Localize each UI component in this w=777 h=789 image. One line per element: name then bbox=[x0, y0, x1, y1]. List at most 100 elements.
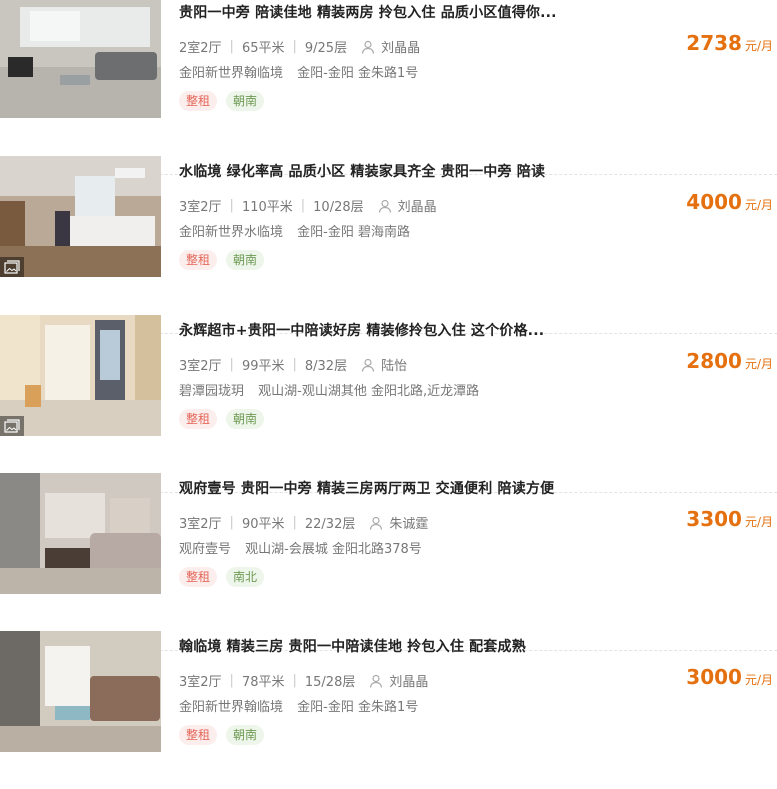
community-name[interactable]: 碧潭园珑玥 bbox=[179, 384, 244, 399]
listing-address: 碧潭园珑玥 观山湖-观山湖其他 金阳北路,近龙潭路 bbox=[179, 380, 479, 399]
image-icon bbox=[4, 260, 20, 274]
floor-area: 99平米 bbox=[241, 359, 285, 374]
user-icon bbox=[370, 516, 383, 530]
listing-tags: 整租 朝南 bbox=[179, 250, 273, 270]
divider: | bbox=[229, 198, 234, 213]
user-icon bbox=[361, 40, 375, 54]
agent-link[interactable]: 刘晶晶 bbox=[361, 37, 420, 56]
user-icon bbox=[378, 199, 391, 213]
listing-meta: 3室2厅 | 110平米 | 10/28层 刘晶晶 bbox=[179, 196, 437, 215]
listing-price: 2800 元/月 bbox=[686, 349, 773, 373]
orientation-tag: 南北 bbox=[226, 567, 265, 587]
listing-price: 2738 元/月 bbox=[686, 31, 773, 55]
user-icon bbox=[361, 358, 375, 372]
listing-address: 观府壹号 观山湖-会展城 金阳北路378号 bbox=[179, 538, 422, 557]
listing-item[interactable]: 翰临境 精装三房 贵阳一中陪读佳地 拎包入住 配套成熟 3室2厅 | 78平米 … bbox=[0, 631, 777, 789]
floor-area: 78平米 bbox=[241, 675, 285, 690]
user-icon bbox=[370, 674, 383, 688]
listing-photo[interactable] bbox=[0, 631, 161, 752]
listing-title[interactable]: 贵阳一中旁 陪读佳地 精装两房 拎包入住 品质小区值得你... bbox=[179, 2, 599, 22]
floor-level: 8/32层 bbox=[304, 359, 348, 374]
listing-item[interactable]: 水临境 绿化率高 品质小区 精装家具齐全 贵阳一中旁 陪读 3室2厅 | 110… bbox=[0, 156, 777, 334]
listing-tags: 整租 南北 bbox=[179, 567, 273, 587]
listing-photo[interactable] bbox=[0, 0, 161, 118]
listing-meta: 3室2厅 | 90平米 | 22/32层 朱诚霆 bbox=[179, 513, 428, 532]
listing-tags: 整租 朝南 bbox=[179, 725, 273, 745]
district-location: 观山湖-观山湖其他 金阳北路,近龙潭路 bbox=[258, 384, 480, 399]
listing-photo[interactable] bbox=[0, 473, 161, 594]
divider: | bbox=[292, 515, 297, 530]
rent-type-tag: 整租 bbox=[179, 91, 218, 111]
rental-listing-list: 贵阳一中旁 陪读佳地 精装两房 拎包入住 品质小区值得你... 2室2厅 | 6… bbox=[0, 0, 777, 752]
divider: | bbox=[292, 673, 297, 688]
district-location: 金阳-金阳 金朱路1号 bbox=[297, 66, 419, 81]
agent-name: 刘晶晶 bbox=[381, 41, 421, 56]
room-layout: 3室2厅 bbox=[179, 675, 222, 690]
listing-tags: 整租 朝南 bbox=[179, 409, 273, 429]
agent-name: 朱诚霆 bbox=[389, 517, 429, 532]
floor-level: 9/25层 bbox=[304, 41, 348, 56]
agent-link[interactable]: 刘晶晶 bbox=[378, 196, 437, 215]
community-name[interactable]: 金阳新世界水临境 bbox=[179, 225, 283, 240]
room-layout: 3室2厅 bbox=[179, 517, 222, 532]
floor-level: 15/28层 bbox=[304, 675, 356, 690]
rent-type-tag: 整租 bbox=[179, 725, 218, 745]
orientation-tag: 朝南 bbox=[226, 250, 265, 270]
divider: | bbox=[292, 357, 297, 372]
room-layout: 3室2厅 bbox=[179, 200, 222, 215]
orientation-tag: 朝南 bbox=[226, 409, 265, 429]
listing-meta: 3室2厅 | 99平米 | 8/32层 陆怡 bbox=[179, 355, 407, 374]
listing-address: 金阳新世界水临境 金阳-金阳 碧海南路 bbox=[179, 221, 410, 240]
listing-title[interactable]: 观府壹号 贵阳一中旁 精装三房两厅两卫 交通便利 陪读方便 bbox=[179, 478, 599, 498]
price-value: 2738 bbox=[686, 31, 742, 55]
room-layout: 2室2厅 bbox=[179, 41, 222, 56]
district-location: 金阳-金阳 碧海南路 bbox=[297, 225, 410, 240]
agent-link[interactable]: 刘晶晶 bbox=[369, 671, 428, 690]
divider: | bbox=[300, 198, 306, 213]
divider: | bbox=[229, 357, 234, 372]
price-value: 4000 bbox=[686, 190, 742, 214]
price-unit: 元/月 bbox=[744, 39, 773, 53]
listing-title[interactable]: 永辉超市+贵阳一中陪读好房 精装修拎包入住 这个价格... bbox=[179, 320, 599, 340]
divider: | bbox=[229, 673, 234, 688]
gallery-badge bbox=[0, 257, 24, 277]
rent-type-tag: 整租 bbox=[179, 409, 218, 429]
listing-address: 金阳新世界翰临境 金阳-金阳 金朱路1号 bbox=[179, 62, 418, 81]
gallery-badge bbox=[0, 416, 24, 436]
floor-level: 22/32层 bbox=[304, 517, 356, 532]
listing-title[interactable]: 翰临境 精装三房 贵阳一中陪读佳地 拎包入住 配套成熟 bbox=[179, 636, 599, 656]
floor-area: 65平米 bbox=[241, 41, 285, 56]
listing-address: 金阳新世界翰临境 金阳-金阳 金朱路1号 bbox=[179, 696, 418, 715]
community-name[interactable]: 观府壹号 bbox=[179, 542, 231, 557]
floor-area: 90平米 bbox=[241, 517, 285, 532]
community-name[interactable]: 金阳新世界翰临境 bbox=[179, 66, 283, 81]
listing-title[interactable]: 水临境 绿化率高 品质小区 精装家具齐全 贵阳一中旁 陪读 bbox=[179, 161, 599, 181]
listing-price: 4000 元/月 bbox=[686, 190, 773, 214]
listing-item[interactable]: 永辉超市+贵阳一中陪读好房 精装修拎包入住 这个价格... 3室2厅 | 99平… bbox=[0, 315, 777, 493]
floor-area: 110平米 bbox=[241, 200, 293, 215]
listing-item[interactable]: 观府壹号 贵阳一中旁 精装三房两厅两卫 交通便利 陪读方便 3室2厅 | 90平… bbox=[0, 473, 777, 651]
room-layout: 3室2厅 bbox=[179, 359, 222, 374]
orientation-tag: 朝南 bbox=[226, 91, 265, 111]
listing-meta: 3室2厅 | 78平米 | 15/28层 刘晶晶 bbox=[179, 671, 428, 690]
price-unit: 元/月 bbox=[744, 198, 773, 212]
agent-name: 刘晶晶 bbox=[389, 675, 429, 690]
listing-photo[interactable] bbox=[0, 156, 161, 277]
listing-photo[interactable] bbox=[0, 315, 161, 436]
price-value: 2800 bbox=[686, 349, 742, 373]
listing-item[interactable]: 贵阳一中旁 陪读佳地 精装两房 拎包入住 品质小区值得你... 2室2厅 | 6… bbox=[0, 0, 777, 175]
price-unit: 元/月 bbox=[744, 673, 773, 687]
agent-link[interactable]: 朱诚霆 bbox=[369, 513, 428, 532]
divider: | bbox=[229, 39, 234, 54]
listing-meta: 2室2厅 | 65平米 | 9/25层 刘晶晶 bbox=[179, 37, 420, 56]
agent-name: 陆怡 bbox=[381, 359, 408, 374]
price-value: 3300 bbox=[686, 507, 742, 531]
rent-type-tag: 整租 bbox=[179, 567, 218, 587]
listing-tags: 整租 朝南 bbox=[179, 91, 273, 111]
listing-price: 3000 元/月 bbox=[686, 665, 773, 689]
community-name[interactable]: 金阳新世界翰临境 bbox=[179, 700, 283, 715]
price-unit: 元/月 bbox=[744, 515, 773, 529]
agent-link[interactable]: 陆怡 bbox=[361, 355, 407, 374]
price-value: 3000 bbox=[686, 665, 742, 689]
price-unit: 元/月 bbox=[744, 357, 773, 371]
